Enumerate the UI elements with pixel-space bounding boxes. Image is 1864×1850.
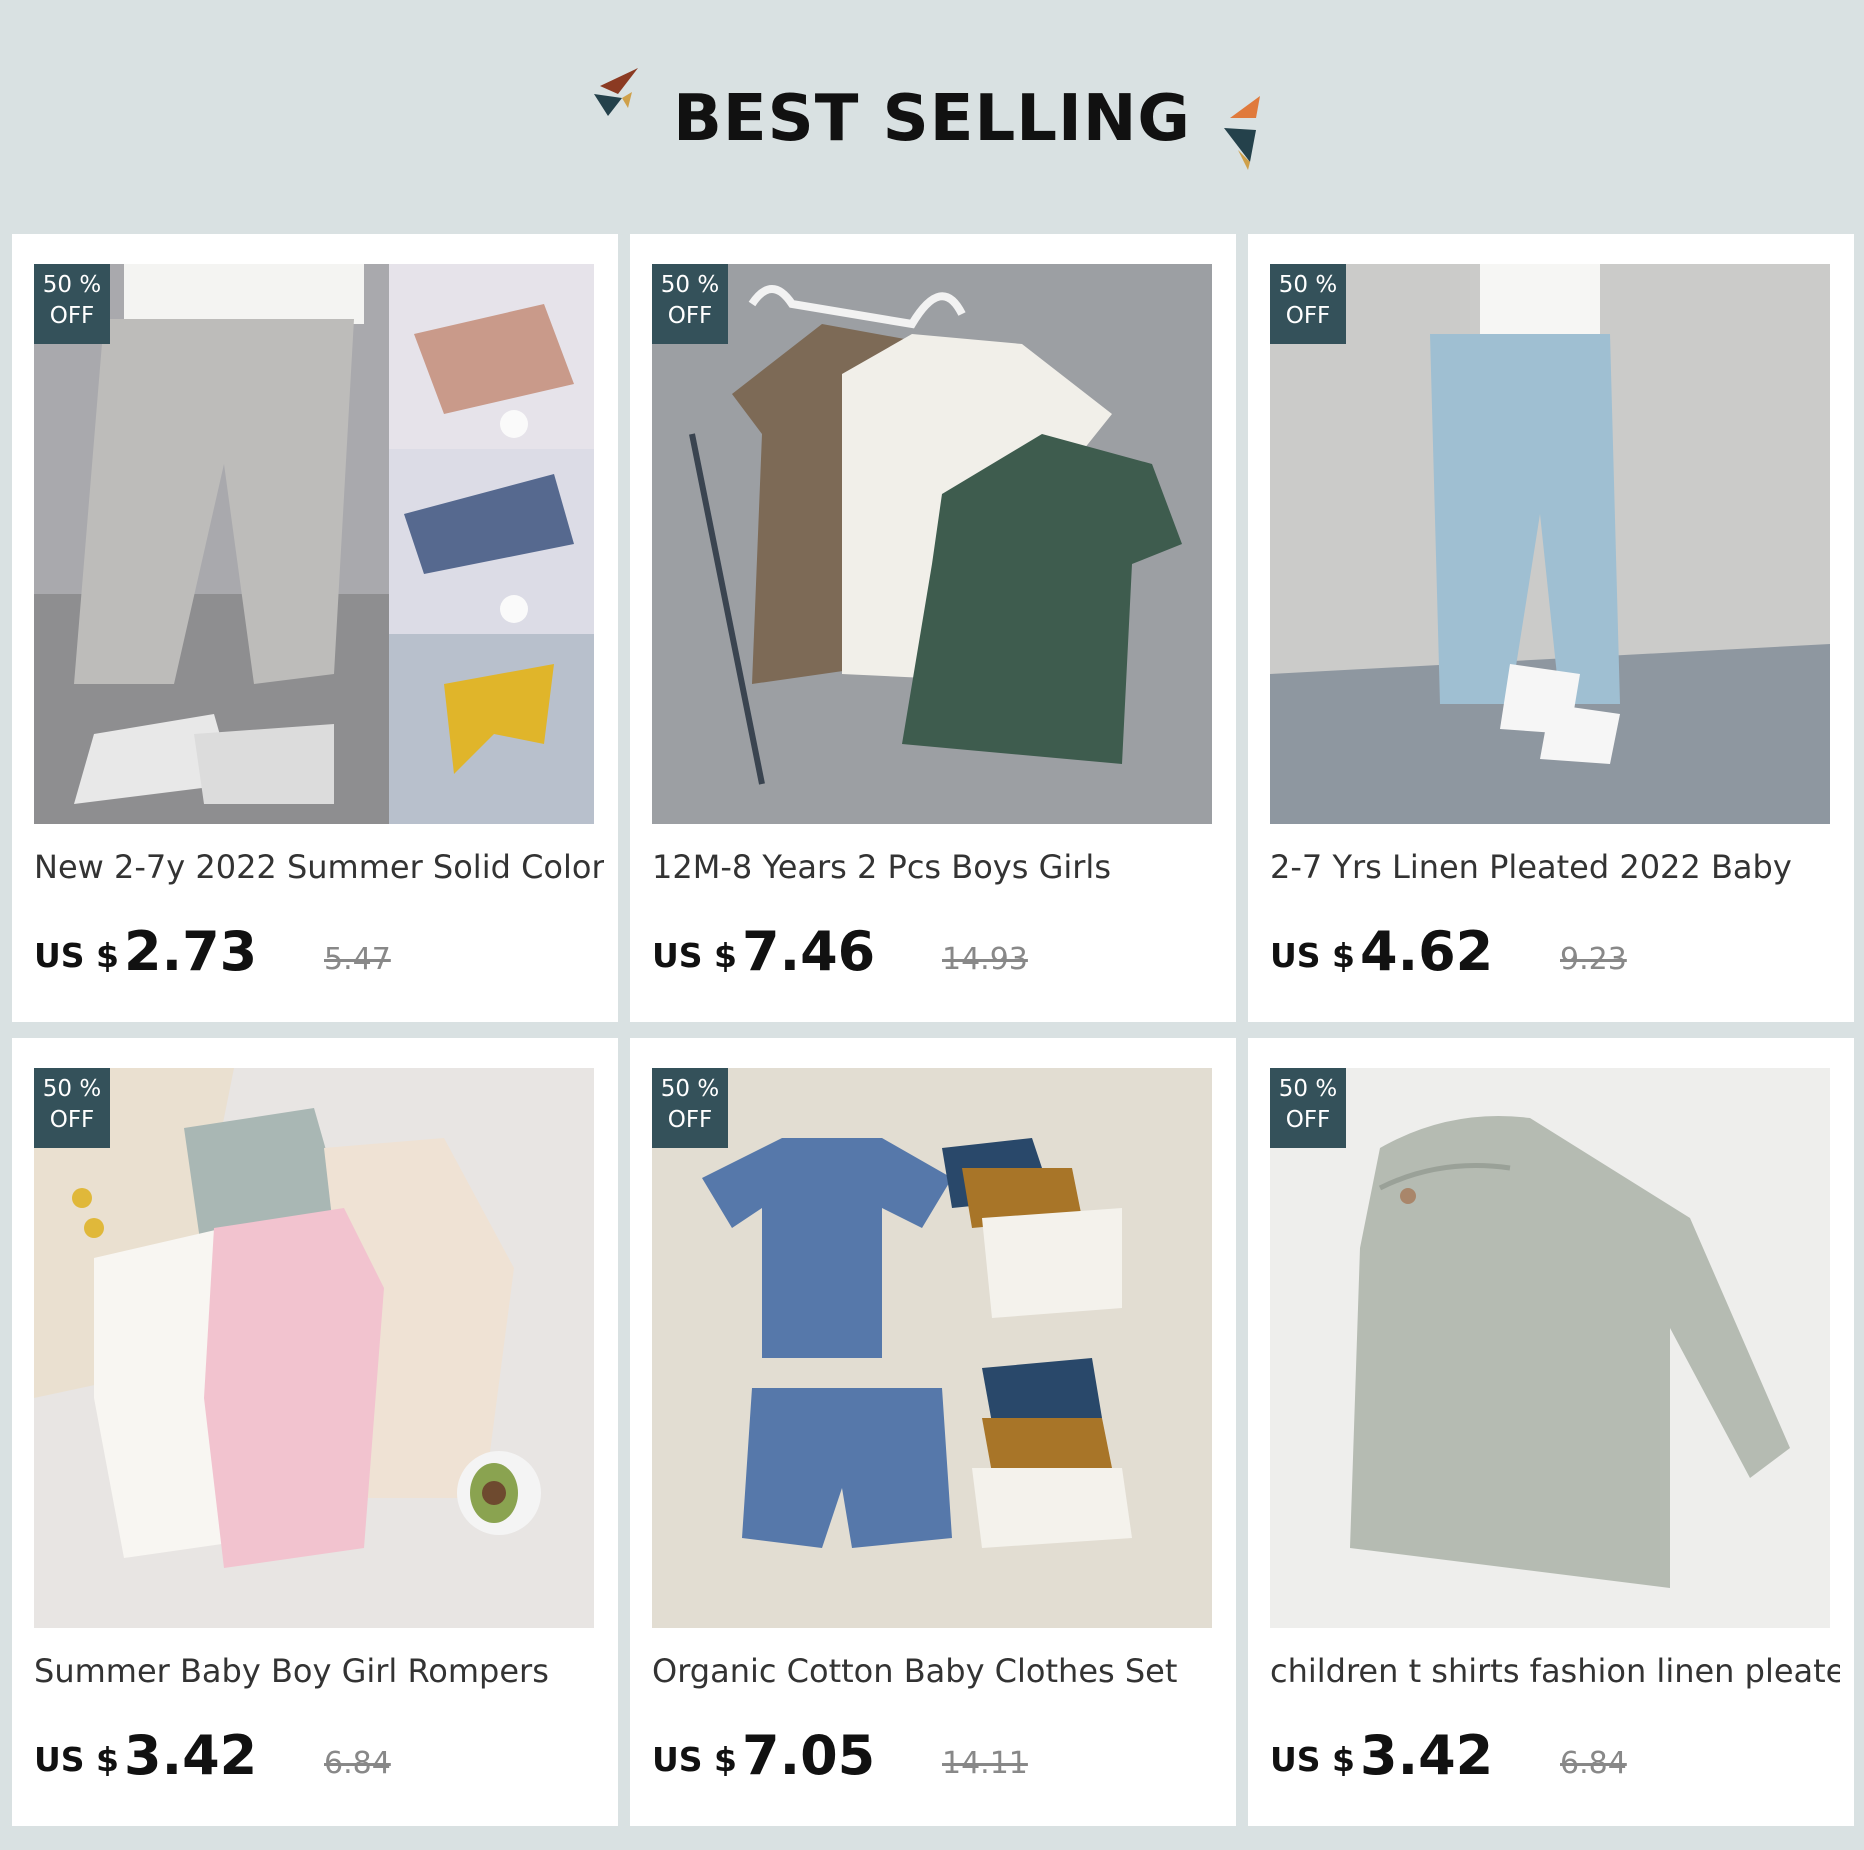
badge-percent: 50 % <box>42 1076 102 1102</box>
badge-percent: 50 % <box>660 1076 720 1102</box>
discount-badge: 50 % OFF <box>652 1068 728 1148</box>
discount-badge: 50 % OFF <box>34 1068 110 1148</box>
product-name[interactable]: 12M-8 Years 2 Pcs Boys Girls <box>652 848 1222 886</box>
product-card[interactable]: 50 % OFF Organic Cotton Baby Clothes Set… <box>630 1038 1236 1826</box>
section-header: BEST SELLING <box>0 0 1864 232</box>
product-image[interactable] <box>1270 264 1830 824</box>
product-image[interactable] <box>652 1068 1212 1628</box>
currency-label: US $ <box>1270 1740 1356 1779</box>
product-name[interactable]: New 2-7y 2022 Summer Solid Color <box>34 848 604 886</box>
sale-price: 3.42 <box>1360 1724 1494 1787</box>
original-price: 5.47 <box>324 942 391 977</box>
product-image[interactable] <box>34 1068 594 1628</box>
sale-price: 2.73 <box>124 920 258 983</box>
product-name[interactable]: 2-7 Yrs Linen Pleated 2022 Baby <box>1270 848 1840 886</box>
product-card[interactable]: 50 % OFF New 2-7y 2022 Summer Solid Colo… <box>12 234 618 1022</box>
currency-label: US $ <box>34 1740 120 1779</box>
triangle-decoration-right <box>1224 96 1260 170</box>
badge-percent: 50 % <box>42 272 102 298</box>
product-image[interactable] <box>34 264 594 824</box>
currency-label: US $ <box>1270 936 1356 975</box>
sale-price: 4.62 <box>1360 920 1494 983</box>
badge-off: OFF <box>1285 303 1331 329</box>
currency-label: US $ <box>652 936 738 975</box>
product-grid: 50 % OFF New 2-7y 2022 Summer Solid Colo… <box>12 234 1854 1828</box>
badge-off: OFF <box>667 303 713 329</box>
discount-badge: 50 % OFF <box>1270 1068 1346 1148</box>
original-price: 14.11 <box>942 1746 1028 1781</box>
original-price: 14.93 <box>942 942 1028 977</box>
badge-off: OFF <box>49 1107 95 1133</box>
product-card[interactable]: 50 % OFF 12M-8 Years 2 Pcs Boys Girls US… <box>630 234 1236 1022</box>
badge-off: OFF <box>49 303 95 329</box>
page-title: BEST SELLING <box>673 82 1191 156</box>
currency-label: US $ <box>34 936 120 975</box>
sale-price: 7.46 <box>742 920 876 983</box>
original-price: 6.84 <box>1560 1746 1627 1781</box>
currency-label: US $ <box>652 1740 738 1779</box>
discount-badge: 50 % OFF <box>34 264 110 344</box>
badge-percent: 50 % <box>1278 1076 1338 1102</box>
discount-badge: 50 % OFF <box>1270 264 1346 344</box>
original-price: 9.23 <box>1560 942 1627 977</box>
badge-percent: 50 % <box>1278 272 1338 298</box>
product-name[interactable]: Summer Baby Boy Girl Rompers <box>34 1652 604 1690</box>
product-image[interactable] <box>1270 1068 1830 1628</box>
badge-off: OFF <box>1285 1107 1331 1133</box>
product-image[interactable] <box>652 264 1212 824</box>
sale-price: 7.05 <box>742 1724 876 1787</box>
discount-badge: 50 % OFF <box>652 264 728 344</box>
sale-price: 3.42 <box>124 1724 258 1787</box>
original-price: 6.84 <box>324 1746 391 1781</box>
product-card[interactable]: 50 % OFF Summer Baby Boy Girl Rompers US… <box>12 1038 618 1826</box>
badge-percent: 50 % <box>660 272 720 298</box>
product-name[interactable]: children t shirts fashion linen pleated <box>1270 1652 1840 1690</box>
product-name[interactable]: Organic Cotton Baby Clothes Set <box>652 1652 1222 1690</box>
badge-off: OFF <box>667 1107 713 1133</box>
product-card[interactable]: 50 % OFF 2-7 Yrs Linen Pleated 2022 Baby… <box>1248 234 1854 1022</box>
product-card[interactable]: 50 % OFF children t shirts fashion linen… <box>1248 1038 1854 1826</box>
